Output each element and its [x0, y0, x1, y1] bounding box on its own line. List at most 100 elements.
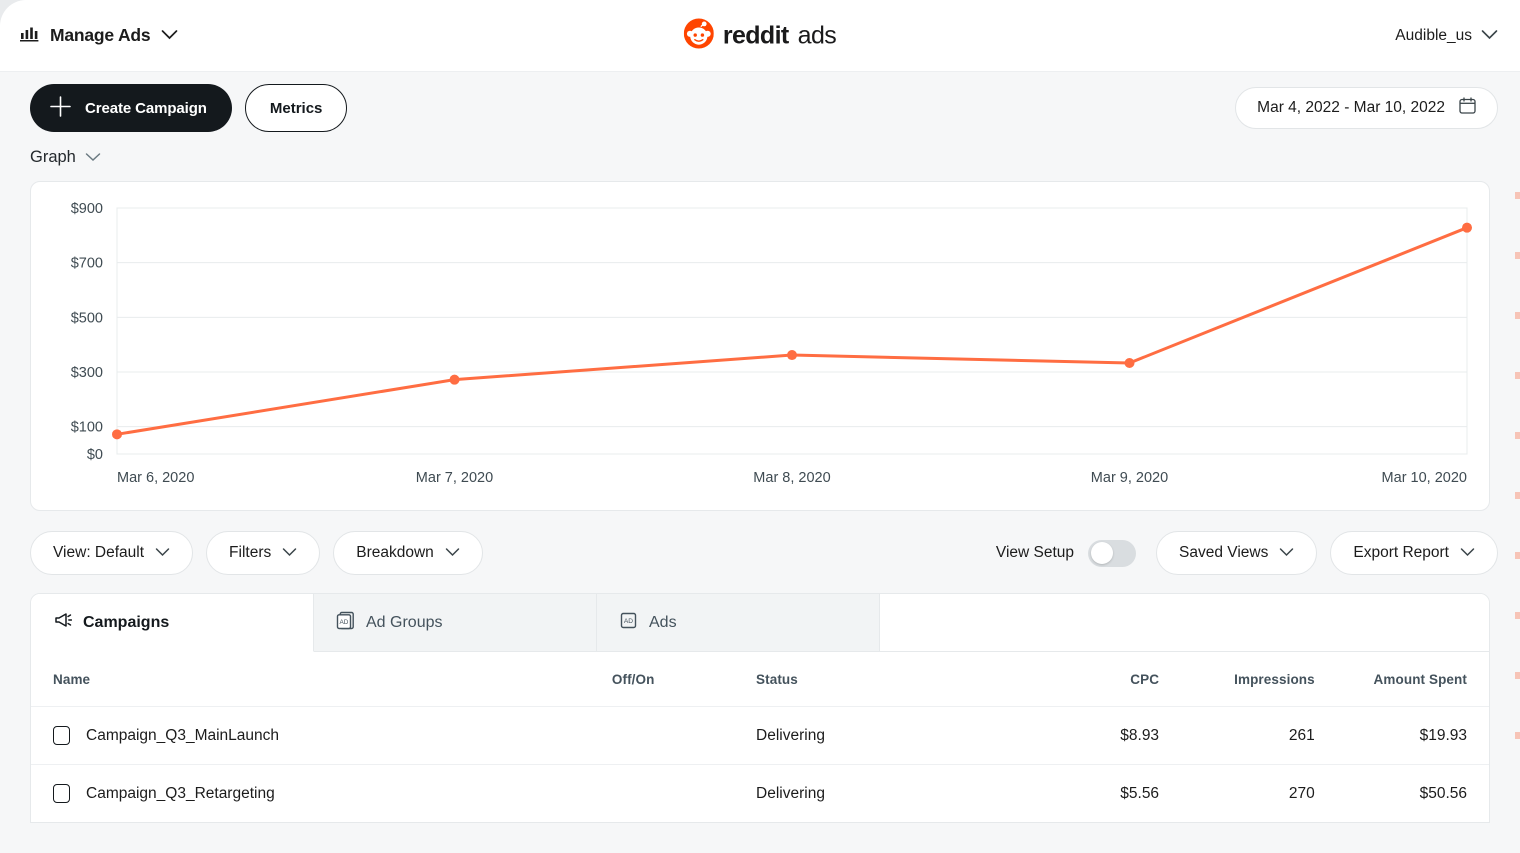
chevron-down-icon	[155, 544, 170, 562]
row-checkbox[interactable]	[53, 784, 70, 803]
cell-amount-spent: $50.56	[1314, 764, 1489, 822]
tab-ads[interactable]: AD Ads	[597, 594, 880, 652]
campaigns-table: Name Off/On Status CPC Impressions Amoun…	[31, 652, 1489, 822]
chart-data-point[interactable]	[112, 429, 122, 440]
graph-label: Graph	[30, 148, 76, 166]
x-axis-tick-label: Mar 9, 2020	[1091, 470, 1168, 486]
cell-offon	[589, 764, 757, 822]
table-row[interactable]: Campaign_Q3_MainLaunch Delivering $8.93 261…	[31, 706, 1489, 765]
view-setup-label: View Setup	[995, 544, 1075, 561]
right-edge-partial-panel	[1514, 186, 1520, 786]
y-axis-tick-label: $300	[71, 365, 103, 381]
edge-dash-mark	[1515, 192, 1520, 199]
chart-data-point[interactable]	[449, 374, 460, 385]
date-range-picker[interactable]: Mar 4, 2022 - Mar 10, 2022	[1235, 87, 1498, 129]
cell-cpc: $8.93	[1015, 706, 1160, 765]
chevron-down-icon	[1460, 544, 1475, 562]
tab-label: Ads	[649, 613, 677, 631]
edge-dash-mark	[1515, 672, 1520, 679]
plus-icon	[49, 95, 72, 122]
account-name-label: Audible_us	[1395, 26, 1472, 44]
view-default-dropdown[interactable]: View: Default	[30, 531, 194, 575]
entity-tabs: Campaigns AD Ad Groups AD Ads	[31, 594, 1489, 652]
reddit-snoo-icon	[683, 18, 714, 53]
brand-name-reddit: reddit	[722, 21, 789, 49]
edge-dash-mark	[1515, 612, 1520, 619]
account-menu[interactable]: Audible_us	[1395, 27, 1498, 45]
column-header-name[interactable]: Name	[31, 652, 612, 707]
ad-box-icon: AD	[619, 611, 638, 635]
controls-right-group: View Setup Saved Views Export Report	[996, 531, 1498, 575]
chevron-down-icon	[1279, 544, 1294, 562]
export-report-label: Export Report	[1353, 544, 1449, 561]
ad-box-icon: AD	[336, 611, 355, 635]
view-setup-toggle[interactable]	[1088, 539, 1137, 567]
status-label: Delivering	[756, 726, 825, 744]
edge-dash-mark	[1515, 312, 1520, 319]
manage-ads-label: Manage Ads	[50, 25, 151, 45]
chevron-down-icon	[282, 544, 297, 562]
edge-dash-mark	[1515, 372, 1520, 379]
cell-status: Delivering	[756, 706, 1016, 765]
svg-text:AD: AD	[624, 618, 633, 625]
top-navigation-bar: Manage Ads reddit ads Audible_us	[0, 0, 1520, 72]
tab-ad-groups[interactable]: AD Ad Groups	[314, 594, 597, 652]
chevron-down-icon	[445, 544, 460, 562]
spend-line-chart: $0 $100 $300 $500 $700 $900 Mar 6, 2020 Mar 7, …	[71, 201, 1472, 486]
campaign-name-label: Campaign_Q3_MainLaunch	[86, 726, 280, 744]
cell-status: Delivering	[756, 764, 1016, 822]
export-report-dropdown[interactable]: Export Report	[1330, 531, 1498, 575]
row-checkbox[interactable]	[53, 726, 70, 745]
create-campaign-button[interactable]: Create Campaign	[30, 84, 232, 132]
chart-data-point[interactable]	[1124, 357, 1135, 368]
chart-data-point[interactable]	[1462, 222, 1472, 233]
date-range-label: Mar 4, 2022 - Mar 10, 2022	[1257, 99, 1445, 116]
table-controls-toolbar: View: Default Filters Breakdown View Set…	[0, 528, 1520, 578]
tab-campaigns[interactable]: Campaigns	[31, 594, 314, 652]
create-campaign-label: Create Campaign	[85, 99, 207, 117]
tab-label: Campaigns	[83, 613, 170, 631]
bar-chart-icon	[20, 25, 39, 47]
svg-text:AD: AD	[340, 619, 349, 626]
chevron-down-icon	[85, 148, 101, 167]
cell-amount-spent: $19.93	[1314, 706, 1489, 765]
status-label: Delivering	[756, 784, 825, 802]
chart-series-line	[115, 226, 1469, 436]
breakdown-label: Breakdown	[356, 544, 434, 561]
tabs-filler	[880, 594, 1489, 652]
table-header-row: Name Off/On Status CPC Impressions Amoun…	[31, 652, 1489, 707]
megaphone-icon	[53, 611, 73, 634]
chevron-down-icon	[161, 27, 178, 45]
chart-data-point[interactable]	[787, 350, 797, 361]
breakdown-dropdown[interactable]: Breakdown	[333, 531, 483, 575]
calendar-icon	[1459, 97, 1476, 119]
spend-chart-card: $0 $100 $300 $500 $700 $900 Mar 6, 2020 Mar 7, …	[30, 181, 1490, 511]
y-axis-tick-label: $500	[71, 310, 103, 326]
table-row[interactable]: Campaign_Q3_Retargeting Delivering $5.56 27…	[31, 764, 1489, 822]
table-body: Campaign_Q3_MainLaunch Delivering $8.93 261…	[31, 706, 1489, 822]
filters-dropdown[interactable]: Filters	[206, 531, 321, 575]
action-toolbar: Create Campaign Metrics Mar 4, 2022 - Ma…	[0, 72, 1520, 144]
column-header-amount-spent[interactable]: Amount Spent	[1315, 652, 1489, 707]
toggle-knob	[1090, 542, 1113, 564]
y-axis-tick-label: $700	[71, 256, 103, 272]
saved-views-dropdown[interactable]: Saved Views	[1156, 531, 1318, 575]
column-header-cpc[interactable]: CPC	[1015, 652, 1159, 707]
x-axis-tick-label: Mar 7, 2020	[416, 470, 493, 486]
cell-name: Campaign_Q3_Retargeting	[31, 764, 612, 822]
column-header-offon[interactable]: Off/On	[612, 652, 756, 707]
metrics-button[interactable]: Metrics	[244, 84, 348, 132]
edge-dash-mark	[1515, 252, 1520, 259]
cell-cpc: $5.56	[1015, 764, 1160, 822]
graph-selector[interactable]: Graph	[30, 148, 101, 167]
cell-offon	[589, 706, 757, 765]
saved-views-label: Saved Views	[1179, 544, 1269, 561]
y-axis-tick-label: $100	[71, 420, 103, 436]
column-header-impressions[interactable]: Impressions	[1159, 652, 1315, 707]
edge-dash-mark	[1515, 732, 1520, 739]
edge-dash-mark	[1515, 432, 1520, 439]
campaign-name-label: Campaign_Q3_Retargeting	[86, 784, 275, 802]
column-header-status[interactable]: Status	[756, 652, 1015, 707]
entities-table-card: Campaigns AD Ad Groups AD Ads Name Off/O…	[30, 593, 1490, 823]
manage-ads-menu[interactable]: Manage Ads	[20, 25, 178, 47]
